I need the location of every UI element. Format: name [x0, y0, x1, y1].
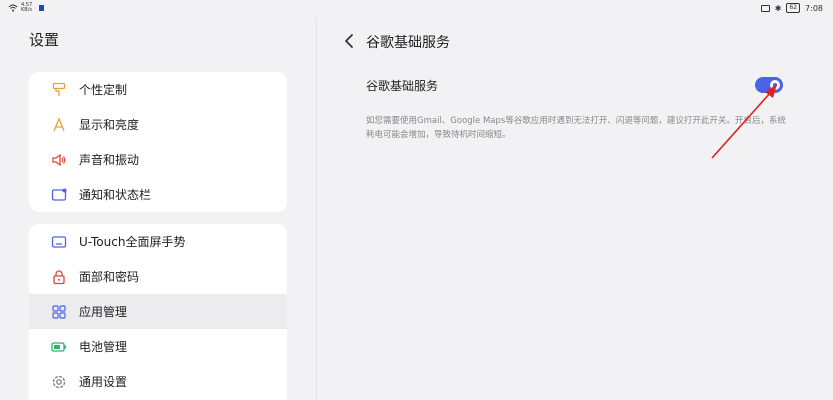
google-services-label: 谷歌基础服务	[366, 79, 439, 93]
nav-item-general[interactable]: 通用设置	[29, 364, 287, 399]
annotation-arrow-icon	[711, 84, 777, 159]
apps-grid-icon	[51, 304, 67, 320]
nav-item-face-password[interactable]: 面部和密码	[29, 259, 287, 294]
gear-icon	[51, 374, 67, 390]
nav-item-label: 通用设置	[79, 375, 128, 389]
nav-item-label: 显示和亮度	[79, 118, 140, 132]
settings-group-1: 个性定制 显示和亮度 声音和振动 通知和状态栏	[29, 72, 287, 212]
nav-item-label: 应用管理	[79, 305, 128, 319]
lock-icon	[51, 269, 67, 285]
speaker-icon	[51, 152, 67, 168]
battery-icon	[51, 339, 67, 355]
nav-item-personalization[interactable]: 个性定制	[29, 72, 287, 107]
font-a-icon	[51, 116, 67, 133]
nav-item-display[interactable]: 显示和亮度	[29, 107, 287, 142]
notification-icon	[51, 187, 67, 203]
back-arrow-icon[interactable]	[342, 32, 356, 50]
nav-item-app-management[interactable]: 应用管理	[29, 294, 287, 329]
nav-item-sound[interactable]: 声音和振动	[29, 142, 287, 177]
page-title: 谷歌基础服务	[366, 35, 450, 51]
brush-icon	[51, 82, 67, 98]
nav-item-battery[interactable]: 电池管理	[29, 329, 287, 364]
nav-item-label: 面部和密码	[79, 270, 140, 284]
detail-pane: 谷歌基础服务 谷歌基础服务 如您需要使用Gmail、Google Maps等谷歌…	[317, 0, 833, 400]
settings-title: 设置	[29, 31, 60, 49]
nav-item-label: 个性定制	[79, 83, 128, 97]
nav-item-label: U-Touch全面屏手势	[79, 235, 186, 249]
nav-item-label: 声音和振动	[79, 153, 140, 167]
settings-nav-pane: 设置 个性定制 显示和亮度 声音和振动 通知和状态栏 U-Touch全面屏手势 …	[0, 0, 316, 400]
settings-group-2: U-Touch全面屏手势 面部和密码 应用管理 电池管理 通用设置	[29, 224, 287, 400]
nav-item-label: 电池管理	[79, 340, 128, 354]
nav-item-label: 通知和状态栏	[79, 188, 152, 202]
nav-item-notifications[interactable]: 通知和状态栏	[29, 177, 287, 212]
nav-item-gestures[interactable]: U-Touch全面屏手势	[29, 224, 287, 259]
gesture-icon	[51, 234, 67, 250]
